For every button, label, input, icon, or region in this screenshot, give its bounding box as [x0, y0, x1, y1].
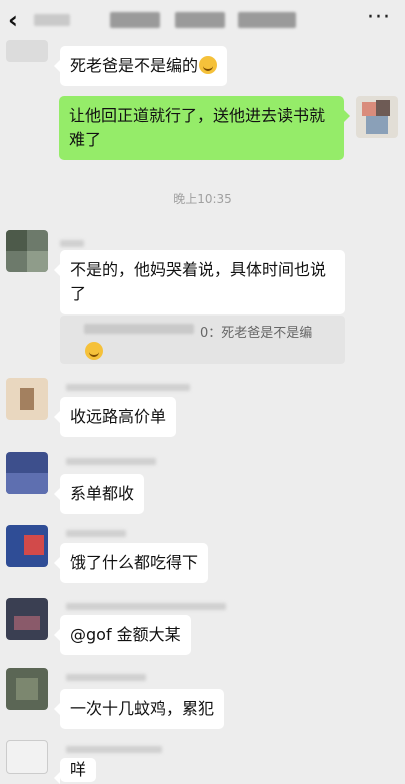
avatar[interactable]: [6, 668, 48, 710]
message-bubble[interactable]: 咩: [53, 758, 97, 784]
message-bubble[interactable]: 系单都收: [53, 474, 145, 514]
blurred-title-part: [110, 12, 160, 28]
avatar[interactable]: [6, 452, 48, 494]
message-bubble[interactable]: 一次十几蚊鸡，累犯: [53, 689, 225, 729]
back-icon[interactable]: ‹: [8, 8, 28, 32]
blurred-title-part: [175, 12, 225, 28]
sender-name-blurred: [66, 530, 126, 537]
message-text: 让他回正道就行了，送他进去读书就难了: [69, 106, 326, 149]
avatar[interactable]: [6, 525, 48, 567]
message-bubble-own[interactable]: 让他回正道就行了，送他进去读书就难了: [59, 96, 350, 160]
quoted-text: 0：死老爸是不是编: [200, 326, 313, 341]
message-bubble[interactable]: 收远路高价单: [53, 397, 177, 437]
laughing-emoji-icon: [85, 342, 103, 360]
more-options-icon[interactable]: ···: [367, 6, 391, 30]
sender-name-blurred: [60, 240, 84, 247]
message-bubble[interactable]: 死老爸是不是编的: [53, 46, 228, 86]
chat-header: ‹ ···: [0, 0, 405, 40]
sender-name-blurred: [66, 746, 162, 753]
sender-name-blurred: [66, 384, 190, 391]
message-text: 不是的，他妈哭着说，具体时间也说了: [70, 260, 327, 303]
own-avatar[interactable]: [356, 96, 398, 138]
avatar[interactable]: [6, 230, 48, 272]
message-text: @gof 金额大某: [70, 625, 181, 644]
sender-name-blurred: [66, 674, 146, 681]
blurred-quote-sender: [84, 324, 194, 334]
message-text: 收远路高价单: [70, 407, 167, 426]
blurred-title-part: [34, 14, 70, 26]
avatar[interactable]: [6, 598, 48, 640]
message-text: 饿了什么都吃得下: [70, 553, 199, 572]
message-bubble[interactable]: 不是的，他妈哭着说，具体时间也说了: [54, 250, 345, 314]
message-text: 咩: [70, 760, 87, 779]
laughing-emoji-icon: [199, 56, 218, 74]
message-text: 死老爸是不是编的: [70, 56, 199, 75]
blurred-title-part: [238, 12, 296, 28]
sender-name-blurred: [66, 603, 226, 610]
avatar[interactable]: [6, 40, 48, 62]
message-bubble[interactable]: @gof 金额大某: [54, 615, 191, 655]
avatar[interactable]: [6, 378, 48, 420]
timestamp: 晚上10:35: [173, 192, 232, 206]
message-bubble[interactable]: 饿了什么都吃得下: [53, 543, 209, 583]
sender-name-blurred: [66, 458, 156, 465]
message-text: 系单都收: [70, 484, 135, 503]
avatar[interactable]: [6, 740, 48, 774]
message-text: 一次十几蚊鸡，累犯: [70, 699, 215, 718]
